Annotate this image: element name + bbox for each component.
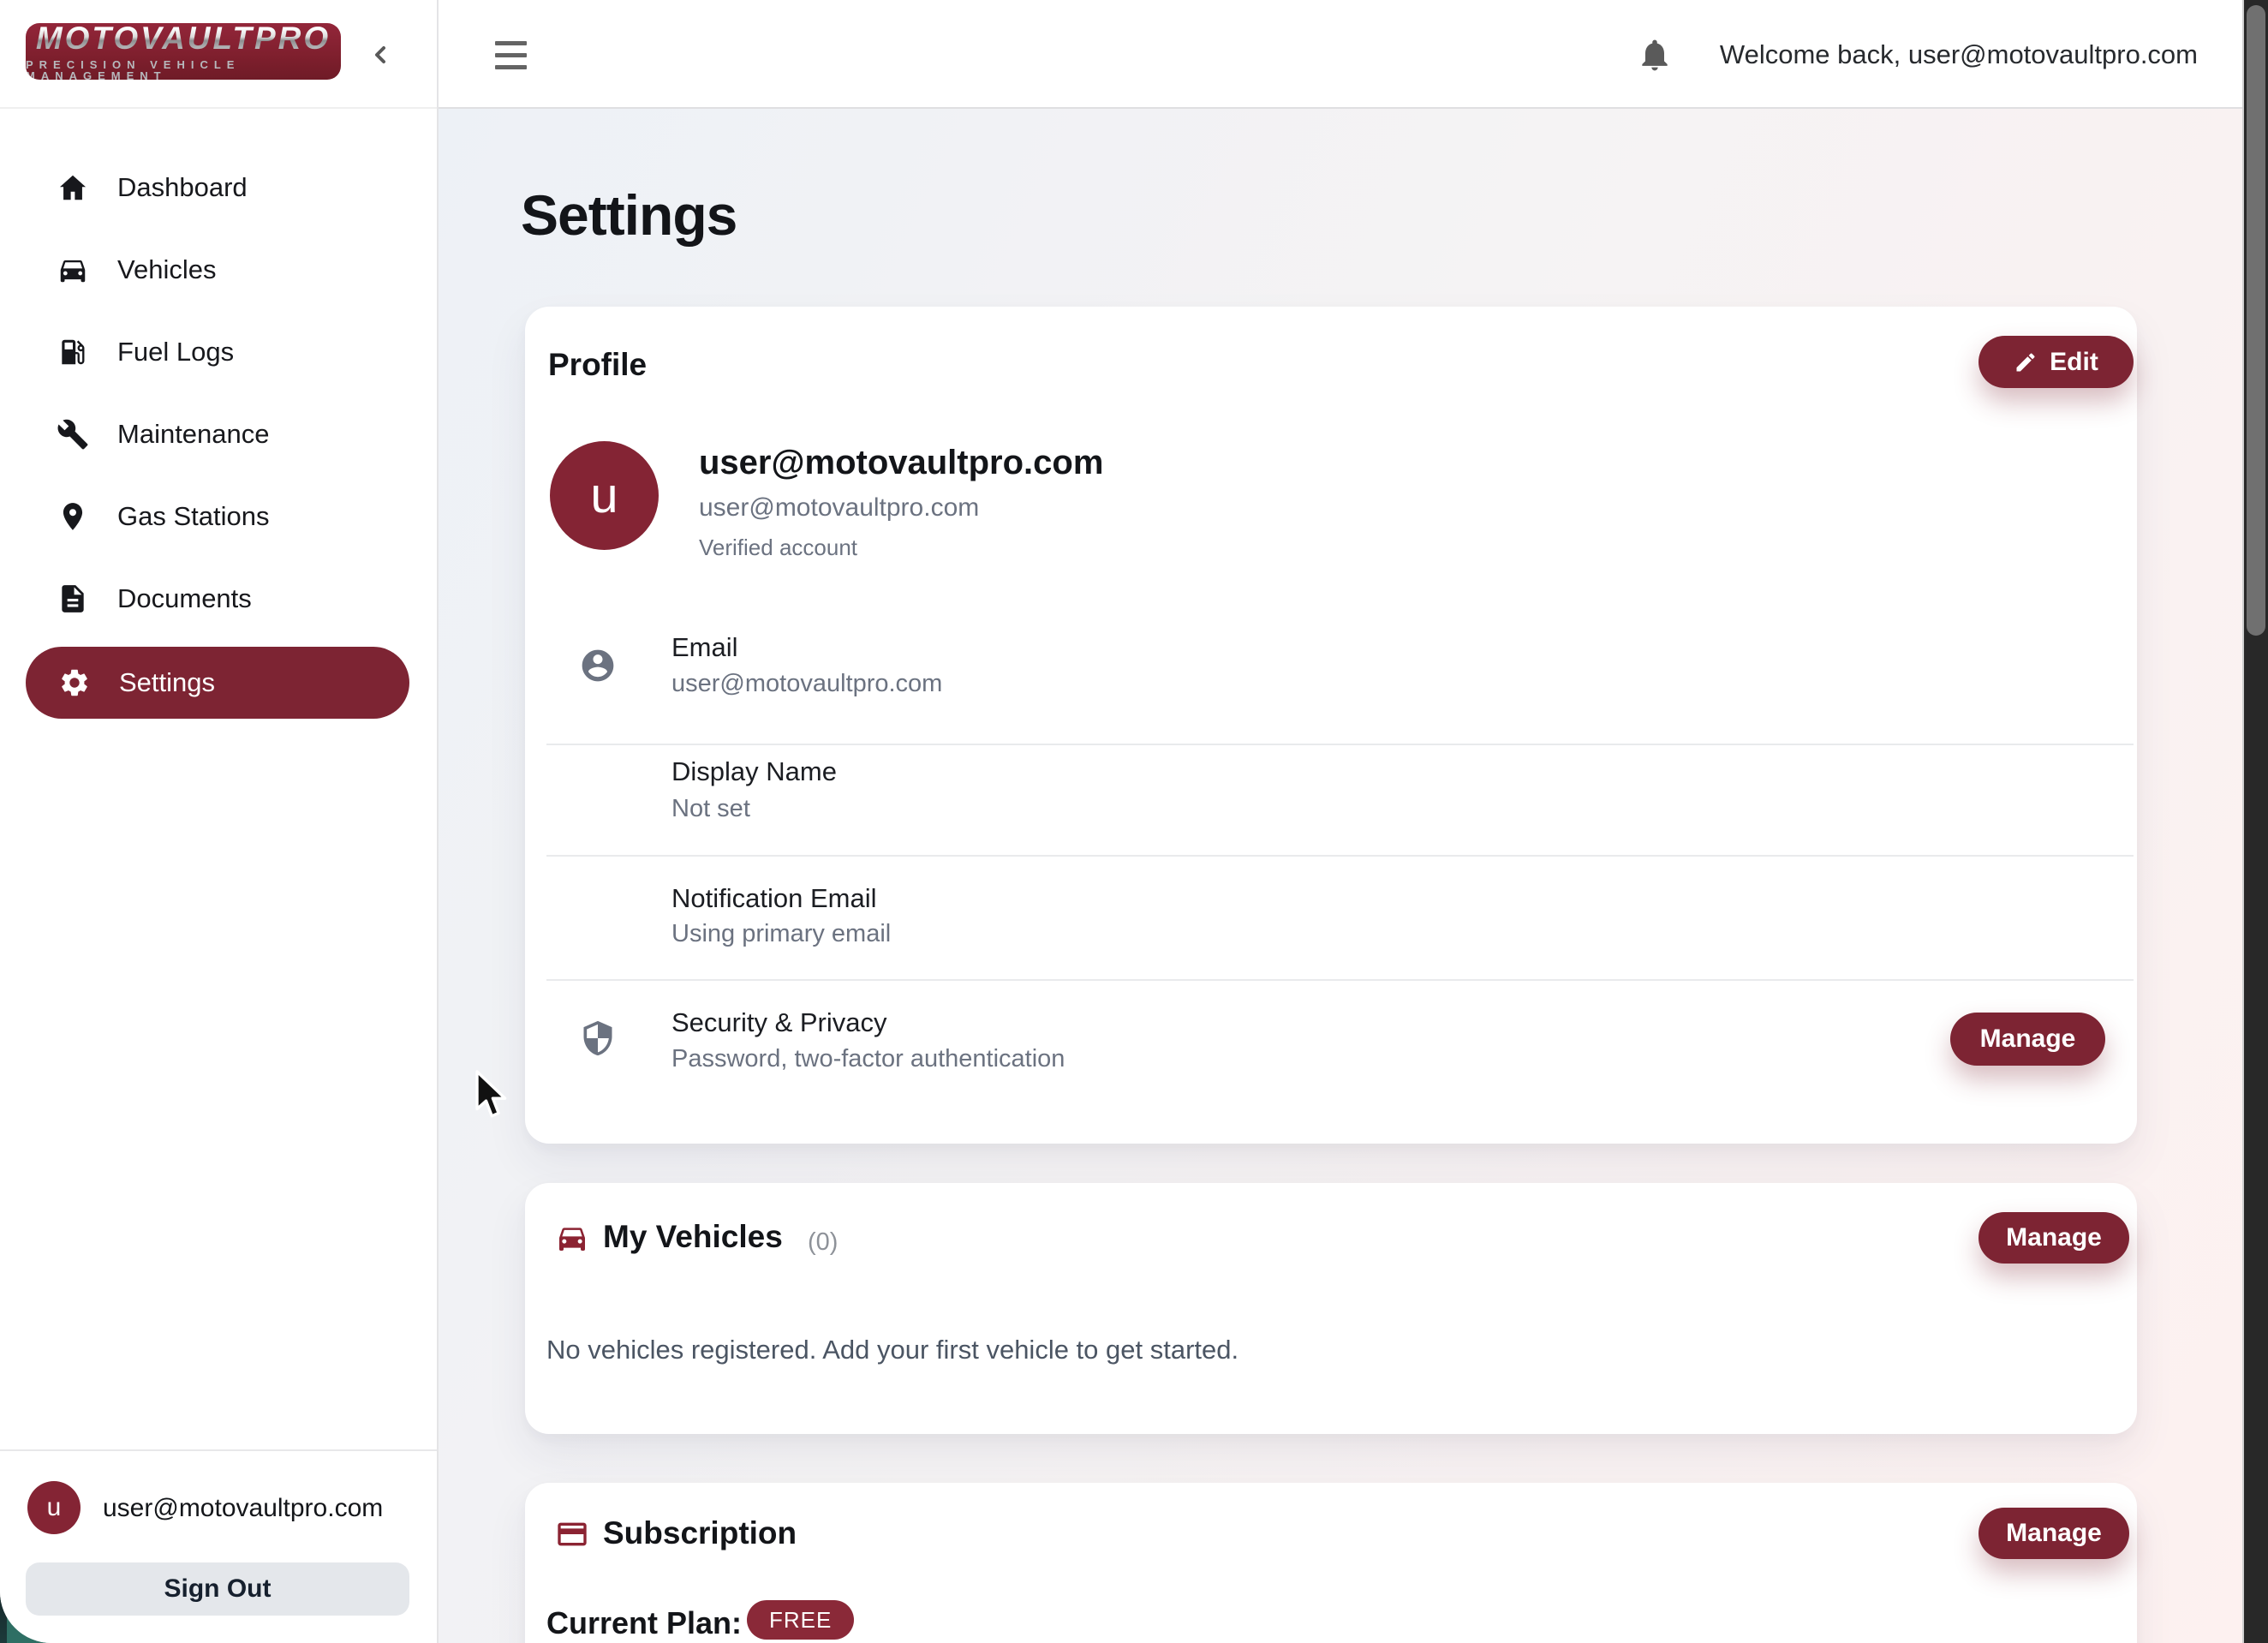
credit-card-icon	[555, 1517, 589, 1551]
avatar: u	[27, 1481, 81, 1534]
page-title: Settings	[521, 182, 737, 248]
scrollbar-track[interactable]	[2242, 0, 2268, 1643]
document-icon	[57, 583, 89, 615]
app-window: MOTOVAULTPRO PRECISION VEHICLE MANAGEMEN…	[0, 0, 2268, 1643]
row-label-security: Security & Privacy	[671, 1007, 887, 1038]
avatar-letter: u	[590, 467, 618, 524]
plan-badge: FREE	[747, 1600, 854, 1640]
fuel-pump-icon	[57, 336, 89, 368]
profile-avatar: u	[550, 441, 659, 550]
profile-heading: Profile	[548, 347, 647, 383]
brand-name: MOTOVAULTPRO	[36, 23, 331, 54]
vehicle-count: (0)	[808, 1228, 838, 1257]
manage-vehicles-button[interactable]: Manage	[1979, 1212, 2129, 1264]
sidebar-item-settings[interactable]: Settings	[26, 647, 409, 719]
sidebar-header: MOTOVAULTPRO PRECISION VEHICLE MANAGEMEN…	[0, 0, 437, 109]
row-label-display-name: Display Name	[671, 756, 837, 787]
row-value-email: user@motovaultpro.com	[671, 670, 942, 698]
sidebar-item-label: Vehicles	[117, 254, 216, 285]
brand-tagline: PRECISION VEHICLE MANAGEMENT	[26, 59, 341, 81]
pencil-icon	[2014, 350, 2038, 374]
main-content: Settings Profile Edit u user@motovaultpr…	[439, 109, 2242, 1643]
account-name: user@motovaultpro.com	[699, 444, 1103, 482]
car-icon	[57, 254, 89, 286]
sidebar-item-gas-stations[interactable]: Gas Stations	[0, 475, 439, 558]
sidebar-item-label: Documents	[117, 583, 252, 614]
sidebar-item-label: Maintenance	[117, 419, 270, 450]
home-icon	[57, 171, 89, 204]
hamburger-menu-icon[interactable]	[495, 31, 543, 79]
brand-logo[interactable]: MOTOVAULTPRO PRECISION VEHICLE MANAGEMEN…	[26, 23, 341, 80]
account-email: user@motovaultpro.com	[699, 493, 979, 523]
sidebar-item-vehicles[interactable]: Vehicles	[0, 229, 439, 311]
row-label-email: Email	[671, 632, 738, 663]
my-vehicles-card: My Vehicles (0) Manage No vehicles regis…	[525, 1183, 2137, 1434]
bell-icon[interactable]	[1636, 36, 1674, 74]
sidebar-item-documents[interactable]: Documents	[0, 558, 439, 640]
sidebar-item-maintenance[interactable]: Maintenance	[0, 393, 439, 475]
manage-security-button[interactable]: Manage	[1950, 1013, 2105, 1066]
chevron-left-icon	[367, 41, 394, 69]
edit-button-label: Edit	[2050, 348, 2098, 377]
profile-card: Profile Edit u user@motovaultpro.com use…	[525, 307, 2137, 1144]
account-status: Verified account	[699, 535, 857, 561]
current-plan-label: Current Plan:	[546, 1605, 742, 1641]
sidebar-item-label: Dashboard	[117, 172, 248, 203]
shield-icon	[579, 1019, 617, 1057]
vehicles-empty-text: No vehicles registered. Add your first v…	[546, 1335, 1238, 1365]
divider	[546, 855, 2134, 857]
edit-profile-button[interactable]: Edit	[1979, 336, 2134, 388]
manage-subscription-button[interactable]: Manage	[1979, 1508, 2129, 1559]
sidebar-item-label: Gas Stations	[117, 501, 269, 532]
avatar-letter: u	[47, 1493, 62, 1522]
sign-out-button[interactable]: Sign Out	[26, 1562, 409, 1616]
header-right: Welcome back, user@motovaultpro.com	[1636, 0, 2198, 109]
my-vehicles-heading: My Vehicles	[603, 1219, 783, 1255]
person-circle-icon	[579, 647, 617, 684]
row-label-notification-email: Notification Email	[671, 883, 876, 914]
car-icon	[555, 1221, 589, 1255]
divider	[546, 744, 2134, 745]
footer-user-email: user@motovaultpro.com	[103, 1494, 383, 1523]
divider	[546, 979, 2134, 981]
sidebar-footer: u user@motovaultpro.com Sign Out	[0, 1449, 437, 1643]
gear-icon	[58, 666, 91, 699]
row-value-display-name: Not set	[671, 795, 750, 823]
welcome-message: Welcome back, user@motovaultpro.com	[1720, 39, 2198, 70]
map-pin-icon	[57, 500, 89, 533]
sidebar-item-label: Settings	[119, 667, 215, 698]
wrench-icon	[57, 418, 89, 451]
sidebar-item-fuel-logs[interactable]: Fuel Logs	[0, 311, 439, 393]
row-value-notification-email: Using primary email	[671, 920, 891, 948]
top-header: Welcome back, user@motovaultpro.com	[439, 0, 2242, 109]
sidebar-item-label: Fuel Logs	[117, 337, 234, 367]
row-value-security: Password, two-factor authentication	[671, 1045, 1065, 1073]
subscription-heading: Subscription	[603, 1515, 797, 1551]
sidebar-collapse-button[interactable]	[363, 38, 397, 72]
sidebar-item-dashboard[interactable]: Dashboard	[0, 146, 439, 229]
subscription-card: Subscription Manage Current Plan: FREE	[525, 1483, 2137, 1643]
scrollbar-thumb[interactable]	[2247, 5, 2265, 636]
sidebar: MOTOVAULTPRO PRECISION VEHICLE MANAGEMEN…	[0, 0, 439, 1643]
